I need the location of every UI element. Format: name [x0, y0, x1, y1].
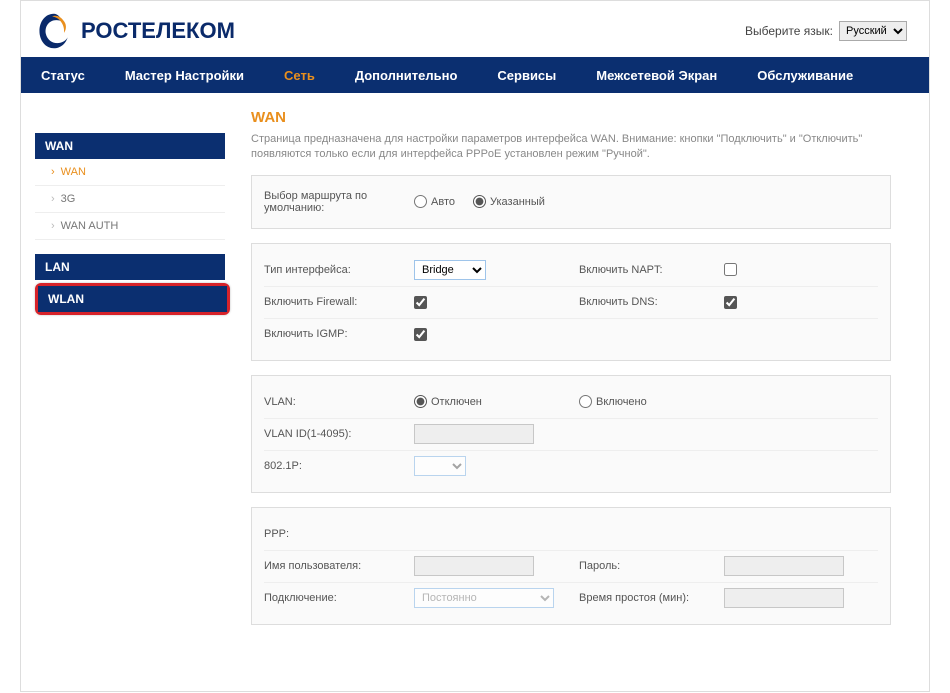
nav-advanced[interactable]: Дополнительно [335, 57, 478, 93]
label-idle-time: Время простоя (мин): [569, 592, 724, 604]
nav-services[interactable]: Сервисы [477, 57, 576, 93]
panel-interface: Тип интерфейса: Bridge Включить NAPT: Вк… [251, 243, 891, 361]
content: WAN Страница предназначена для настройки… [251, 105, 915, 639]
sidebar-cat-lan[interactable]: LAN [35, 254, 225, 280]
language-picker: Выберите язык: Русский [745, 21, 907, 41]
label-firewall: Включить Firewall: [264, 296, 414, 308]
sidebar-item-3g[interactable]: 3G [35, 186, 225, 213]
checkbox-igmp[interactable] [414, 328, 427, 341]
page-description: Страница предназначена для настройки пар… [251, 132, 891, 163]
panel-ppp: PPP: Имя пользователя: Пароль: Подключен… [251, 507, 891, 625]
panel-vlan: VLAN: Отключен Включено [251, 375, 891, 493]
checkbox-firewall[interactable] [414, 296, 427, 309]
radio-vlan-off[interactable] [414, 395, 427, 408]
radio-vlan-on-wrap[interactable]: Включено [579, 395, 712, 408]
select-8021p[interactable] [414, 456, 466, 476]
sidebar-cat-wlan-highlighted: WLAN [35, 283, 230, 315]
radio-route-specified-wrap[interactable]: Указанный [473, 195, 545, 208]
select-iface-type[interactable]: Bridge [414, 260, 486, 280]
label-8021p: 802.1P: [264, 460, 414, 472]
top-nav: Статус Мастер Настройки Сеть Дополнитель… [21, 57, 929, 93]
radio-route-auto-wrap[interactable]: Авто [414, 195, 455, 208]
label-vlan: VLAN: [264, 396, 414, 408]
checkbox-dns[interactable] [724, 296, 737, 309]
sidebar-cat-wlan[interactable]: WLAN [38, 286, 227, 312]
radio-vlan-off-wrap[interactable]: Отключен [414, 395, 482, 408]
label-napt: Включить NAPT: [569, 264, 724, 276]
language-select[interactable]: Русский [839, 21, 907, 41]
brand-logo-icon [35, 11, 73, 51]
nav-status[interactable]: Статус [21, 57, 105, 93]
panel-default-route: Выбор маршрута по умолчанию: Авто Указан… [251, 175, 891, 229]
radio-route-auto[interactable] [414, 195, 427, 208]
radio-vlan-on[interactable] [579, 395, 592, 408]
input-password[interactable] [724, 556, 844, 576]
radio-route-specified[interactable] [473, 195, 486, 208]
language-label: Выберите язык: [745, 24, 833, 38]
label-iface-type: Тип интерфейса: [264, 264, 414, 276]
nav-wizard[interactable]: Мастер Настройки [105, 57, 264, 93]
brand-name: РОСТЕЛЕКОМ [81, 18, 235, 44]
label-password: Пароль: [569, 560, 724, 572]
sidebar-item-wan[interactable]: WAN [35, 159, 225, 186]
nav-network[interactable]: Сеть [264, 57, 335, 93]
select-connection[interactable]: Постоянно [414, 588, 554, 608]
label-igmp: Включить IGMP: [264, 328, 414, 340]
sidebar-item-wan-auth[interactable]: WAN AUTH [35, 213, 225, 240]
input-username[interactable] [414, 556, 534, 576]
input-idle-time[interactable] [724, 588, 844, 608]
nav-firewall[interactable]: Межсетевой Экран [576, 57, 737, 93]
label-ppp: PPP: [264, 528, 414, 540]
label-default-route: Выбор маршрута по умолчанию: [264, 190, 414, 214]
sidebar-cat-wan[interactable]: WAN [35, 133, 225, 159]
label-connection: Подключение: [264, 592, 414, 604]
sidebar: WAN WAN 3G WAN AUTH LAN WLAN [35, 105, 233, 639]
logo: РОСТЕЛЕКОМ [35, 11, 235, 51]
input-vlan-id[interactable] [414, 424, 534, 444]
checkbox-napt[interactable] [724, 263, 737, 276]
label-username: Имя пользователя: [264, 560, 414, 572]
page-title: WAN [251, 109, 915, 126]
header: РОСТЕЛЕКОМ Выберите язык: Русский [21, 1, 929, 57]
label-dns: Включить DNS: [569, 296, 724, 308]
nav-maintenance[interactable]: Обслуживание [737, 57, 873, 93]
label-vlan-id: VLAN ID(1-4095): [264, 428, 414, 440]
